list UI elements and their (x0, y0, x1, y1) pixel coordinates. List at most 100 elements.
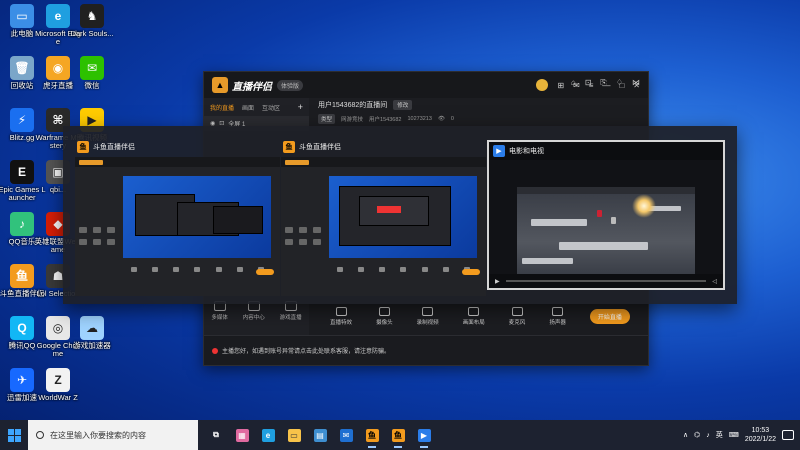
tool-label: 游戏直播 (279, 315, 302, 321)
app-icon: ◎ (46, 316, 70, 340)
app-icon: 🗑 (10, 56, 34, 80)
file-explorer-icon: ▭ (287, 428, 301, 442)
taskbar-app-movies-tv[interactable]: ▶ (412, 420, 436, 450)
clock-time: 10:53 (751, 427, 770, 434)
tool-game-live[interactable]: 游戏直播 (280, 301, 302, 321)
input-language[interactable]: 英 (716, 430, 723, 440)
desktop-icon-label: 迅雷加速 (7, 393, 37, 402)
taskbar-search[interactable]: 在这里输入你要搜索的内容 (28, 420, 198, 450)
ctrl-label: 摄像头 (376, 319, 393, 326)
layout-icon (468, 306, 480, 316)
ctrl-mic[interactable]: 麦克风 (509, 306, 525, 326)
desktop-icon[interactable]: ✉ 微信 (68, 56, 116, 90)
play-icon[interactable]: ▶ (495, 278, 500, 285)
tool-content-center[interactable]: 内容中心 (243, 301, 265, 321)
network-icon[interactable]: ⌬ (694, 431, 700, 439)
app-icon: ▭ (10, 4, 34, 28)
app-icon: ♞ (80, 4, 104, 28)
ctrl-label: 扬声器 (549, 319, 566, 326)
desktop-icon-label: 微信 (84, 81, 100, 90)
app-logo-icon: ▲ (212, 77, 228, 93)
ctrl-label: 直播特效 (330, 319, 353, 326)
notice-bar[interactable]: 主播您好，如遇到账号异常请点击此处联系客服，请注意防骗。 (204, 335, 648, 365)
app-icon: ⚡ (10, 108, 34, 132)
desktop-icon[interactable]: ♞ Dark Souls... (68, 4, 116, 38)
windows-icon (7, 428, 21, 442)
app-icon: ✉ (80, 56, 104, 80)
douyu-2-icon: 鱼 (391, 428, 405, 442)
share-icon[interactable]: ⎘ (600, 78, 606, 88)
notice-text: 主播您好，如遇到账号异常请点击此处联系客服，请注意防骗。 (222, 349, 391, 355)
taskbar-app-douyu-1[interactable]: 鱼 (360, 420, 384, 450)
link-icon[interactable]: ⋈ (632, 78, 640, 88)
ctrl-effects[interactable]: 直播特效 (330, 306, 353, 326)
tab-interaction[interactable]: 互动区 (262, 103, 280, 112)
app-icon: Z (46, 368, 70, 392)
task-card-douyu-2[interactable]: 鱼 斗鱼直播伴侣 (281, 138, 486, 296)
store-icon: ▤ (313, 428, 327, 442)
bell-icon[interactable]: ♢ (616, 78, 623, 88)
app-title: 直播伴侣 (232, 81, 272, 93)
ctrl-camera[interactable]: 摄像头 (376, 306, 393, 326)
video-progress[interactable] (505, 280, 707, 282)
category-value[interactable]: 网游竞技 (341, 115, 363, 123)
taskbar-app-store[interactable]: ▤ (308, 420, 332, 450)
desktop-icon-label: QQ音乐 (8, 237, 36, 246)
microphone-icon (511, 306, 523, 316)
desktop-icon-label: 此电脑 (10, 29, 34, 38)
desktop-icon-label: 游戏加速器 (73, 341, 111, 350)
task-switcher: 鱼 斗鱼直播伴侣 鱼 斗鱼直播伴侣 ▶ 电影和电视 ▶ ◁ (63, 126, 737, 304)
room-title: 用户1543682的直播间 (318, 102, 388, 109)
start-button[interactable] (0, 420, 28, 450)
notification-icon[interactable] (782, 430, 794, 440)
start-live-button[interactable]: 开始直播 (589, 308, 630, 324)
record-icon (422, 306, 434, 316)
avatar[interactable] (536, 79, 549, 91)
gift-icon[interactable]: ⌂ (571, 78, 576, 88)
search-icon (36, 431, 44, 439)
video-controls[interactable]: ▶ ◁ (489, 274, 723, 288)
task-view-icon: ⧉ (213, 430, 219, 439)
taskbar-app-task-view[interactable]: ⧉ (204, 420, 228, 450)
lock-icon[interactable]: ⊡ (585, 78, 592, 88)
desktop-icon[interactable]: Z WorldWar Z (34, 368, 82, 402)
ctrl-speaker[interactable]: 扬声器 (549, 306, 566, 326)
clock[interactable]: 10:53 2022/1/22 (745, 426, 776, 444)
app-icon: e (46, 4, 70, 28)
taskbar-apps: ⧉ ▦ e ▭ ▤ ✉ 鱼鱼 ▶ (204, 420, 436, 450)
tab-scene[interactable]: 画面 (242, 103, 254, 112)
task-card-douyu-1[interactable]: 鱼 斗鱼直播伴侣 (75, 138, 280, 296)
taskbar-app-file-explorer[interactable]: ▭ (282, 420, 306, 450)
tool-label: 多媒体 (211, 315, 228, 321)
desktop-icon-label: WorldWar Z (38, 393, 78, 402)
room-info: 用户1543682的直播间 修改 类型 网游竞技 用户1543682 10273… (312, 98, 648, 128)
volume-icon[interactable]: ♪ (706, 432, 710, 439)
mail-icon: ✉ (339, 428, 353, 442)
taskbar-app-app-pink[interactable]: ▦ (230, 420, 254, 450)
douyu-app-icon: 鱼 (283, 141, 295, 153)
window-thumbnail (75, 157, 280, 296)
chevron-up-icon[interactable]: ∧ (683, 431, 688, 439)
effects-icon (335, 306, 347, 316)
taskbar-app-edge[interactable]: e (256, 420, 280, 450)
ctrl-record[interactable]: 录制视频 (417, 306, 439, 326)
task-card-movies-tv[interactable]: ▶ 电影和电视 ▶ ◁ (487, 140, 725, 290)
taskbar-app-mail[interactable]: ✉ (334, 420, 358, 450)
camera-icon (378, 306, 390, 316)
task-card-title: 电影和电视 (509, 148, 544, 155)
skin-icon[interactable]: ⊞ (557, 81, 564, 90)
tab-my-live[interactable]: 我的直播 (210, 103, 234, 112)
taskbar: 在这里输入你要搜索的内容 ⧉ ▦ e ▭ ▤ ✉ 鱼鱼 ▶ ∧ ⌬ ♪ 英 ⌨ 10:53 2… (0, 420, 800, 450)
volume-icon[interactable]: ◁ (712, 278, 717, 285)
edit-room-button[interactable]: 修改 (393, 100, 413, 110)
ctrl-layout[interactable]: 画面布局 (462, 306, 485, 326)
desktop-icon[interactable]: ☁ 游戏加速器 (68, 316, 116, 350)
douyu-app-icon: 鱼 (77, 141, 89, 153)
ime-icon[interactable]: ⌨ (729, 431, 739, 439)
tool-multimedia[interactable]: 多媒体 (211, 301, 228, 321)
taskbar-app-douyu-2[interactable]: 鱼 (386, 420, 410, 450)
ctrl-label: 画面布局 (462, 319, 485, 326)
add-scene-icon[interactable]: + (298, 102, 303, 112)
app-icon: ☁ (80, 316, 104, 340)
tool-label: 内容中心 (242, 315, 265, 321)
